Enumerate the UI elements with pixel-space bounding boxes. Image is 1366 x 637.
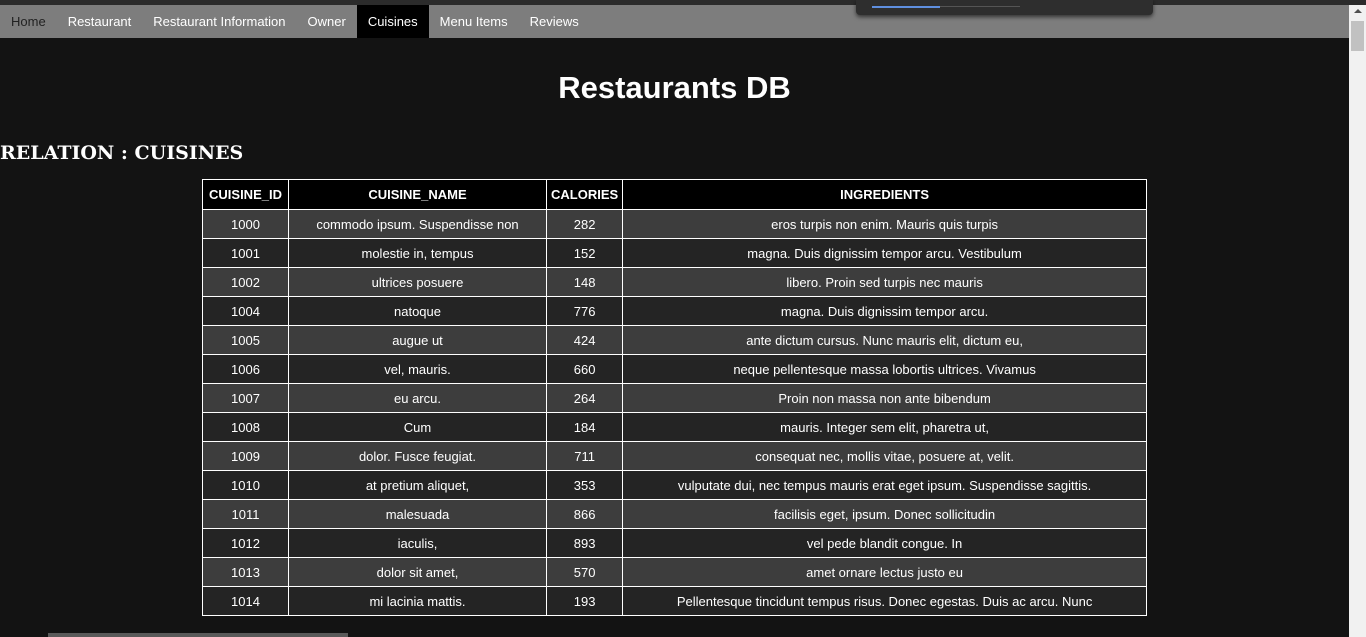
cuisine-name-cell: mi lacinia mattis. — [288, 586, 547, 616]
table-body: 1000 commodo ipsum. Suspendisse non 282 ero… — [202, 209, 1147, 616]
cuisine-name-cell: iaculis, — [288, 528, 547, 558]
calories-cell: 776 — [545, 296, 624, 326]
nav-item-cuisines[interactable]: Cuisines — [356, 5, 429, 38]
calories-cell: 148 — [545, 267, 624, 297]
cuisine-name-cell: augue ut — [288, 325, 547, 355]
calories-cell: 193 — [545, 586, 624, 616]
cuisine-id-cell: 1010 — [202, 470, 289, 500]
ingredients-cell: vulputate dui, nec tempus mauris erat eg… — [622, 470, 1147, 500]
header-ingredients: INGREDIENTS — [622, 179, 1147, 210]
table-row: 1009 dolor. Fusce feugiat. 711 consequat ne… — [202, 441, 1147, 471]
cuisine-id-cell: 1007 — [202, 383, 289, 413]
table-header-row: CUISINE_ID CUISINE_NAME CALORIES INGREDI… — [202, 179, 1147, 210]
ingredients-cell: consequat nec, mollis vitae, posuere at,… — [622, 441, 1147, 471]
cuisine-id-cell: 1012 — [202, 528, 289, 558]
header-cuisine-name: CUISINE_NAME — [288, 179, 547, 210]
ingredients-cell: magna. Duis dignissim tempor arcu. Vesti… — [622, 238, 1147, 268]
calories-cell: 264 — [545, 383, 624, 413]
page-title: Restaurants DB — [558, 70, 791, 105]
cuisine-name-cell: dolor sit amet, — [288, 557, 547, 587]
cuisine-name-cell: vel, mauris. — [288, 354, 547, 384]
cuisine-id-cell: 1006 — [202, 354, 289, 384]
nav-item-menu-items[interactable]: Menu Items — [429, 5, 519, 38]
ingredients-cell: amet ornare lectus justo eu — [622, 557, 1147, 587]
calories-cell: 660 — [545, 354, 624, 384]
relation-heading: RELATION : CUISINES — [0, 142, 244, 164]
ingredients-cell: Pellentesque tincidunt tempus risus. Don… — [622, 586, 1147, 616]
calories-cell: 866 — [545, 499, 624, 529]
nav-item-reviews[interactable]: Reviews — [519, 5, 590, 38]
horizontal-scrollbar-thumb[interactable] — [48, 633, 348, 637]
cuisines-table: CUISINE_ID CUISINE_NAME CALORIES INGREDI… — [202, 179, 1147, 616]
table-row: 1011 malesuada 866 facilisis eget, ipsum. D… — [202, 499, 1147, 529]
ingredients-cell: magna. Duis dignissim tempor arcu. — [622, 296, 1147, 326]
cuisine-id-cell: 1008 — [202, 412, 289, 442]
ingredients-cell: libero. Proin sed turpis nec mauris — [622, 267, 1147, 297]
nav-item-home[interactable]: Home — [0, 5, 57, 38]
nav-item-restaurant-information[interactable]: Restaurant Information — [142, 5, 296, 38]
ingredients-cell: vel pede blandit congue. In — [622, 528, 1147, 558]
table-row: 1014 mi lacinia mattis. 193 Pellentesque ti… — [202, 586, 1147, 616]
ingredients-cell: Proin non massa non ante bibendum — [622, 383, 1147, 413]
vertical-scrollbar[interactable] — [1349, 5, 1366, 637]
table-row: 1007 eu arcu. 264 Proin non massa non ante … — [202, 383, 1147, 413]
cuisine-id-cell: 1013 — [202, 557, 289, 587]
popup-progress-indicator — [872, 6, 940, 8]
table-row: 1005 augue ut 424 ante dictum cursus. Nunc … — [202, 325, 1147, 355]
ingredients-cell: ante dictum cursus. Nunc mauris elit, di… — [622, 325, 1147, 355]
cuisine-name-cell: molestie in, tempus — [288, 238, 547, 268]
calories-cell: 353 — [545, 470, 624, 500]
cuisine-name-cell: commodo ipsum. Suspendisse non — [288, 209, 547, 239]
calories-cell: 152 — [545, 238, 624, 268]
cuisine-id-cell: 1001 — [202, 238, 289, 268]
table-row: 1000 commodo ipsum. Suspendisse non 282 ero… — [202, 209, 1147, 239]
cuisine-id-cell: 1004 — [202, 296, 289, 326]
nav-item-restaurant[interactable]: Restaurant — [57, 5, 143, 38]
cuisine-id-cell: 1002 — [202, 267, 289, 297]
table-row: 1008 Cum 184 mauris. Integer sem elit, phar… — [202, 412, 1147, 442]
overlay-popup — [856, 0, 1153, 15]
header-cuisine-id: CUISINE_ID — [202, 179, 289, 210]
calories-cell: 711 — [545, 441, 624, 471]
cuisine-name-cell: Cum — [288, 412, 547, 442]
calories-cell: 424 — [545, 325, 624, 355]
cuisine-name-cell: ultrices posuere — [288, 267, 547, 297]
calories-cell: 184 — [545, 412, 624, 442]
cuisine-id-cell: 1000 — [202, 209, 289, 239]
ingredients-cell: neque pellentesque massa lobortis ultric… — [622, 354, 1147, 384]
cuisine-name-cell: dolor. Fusce feugiat. — [288, 441, 547, 471]
scroll-up-arrow-icon[interactable] — [1354, 9, 1362, 13]
calories-cell: 893 — [545, 528, 624, 558]
table-row: 1012 iaculis, 893 vel pede blandit congue. … — [202, 528, 1147, 558]
ingredients-cell: mauris. Integer sem elit, pharetra ut, — [622, 412, 1147, 442]
calories-cell: 570 — [545, 557, 624, 587]
cuisine-id-cell: 1014 — [202, 586, 289, 616]
header-calories: CALORIES — [545, 179, 624, 210]
table-row: 1013 dolor sit amet, 570 amet ornare lectus… — [202, 557, 1147, 587]
cuisine-id-cell: 1009 — [202, 441, 289, 471]
cuisine-name-cell: at pretium aliquet, — [288, 470, 547, 500]
cuisine-id-cell: 1011 — [202, 499, 289, 529]
cuisine-name-cell: malesuada — [288, 499, 547, 529]
nav-item-owner[interactable]: Owner — [297, 5, 357, 38]
table-row: 1002 ultrices posuere 148 libero. Proin sed… — [202, 267, 1147, 297]
cuisine-id-cell: 1005 — [202, 325, 289, 355]
cuisine-name-cell: eu arcu. — [288, 383, 547, 413]
table-row: 1006 vel, mauris. 660 neque pellentesque ma… — [202, 354, 1147, 384]
scrollbar-thumb[interactable] — [1351, 21, 1364, 51]
table-row: 1004 natoque 776 magna. Duis dignissim temp… — [202, 296, 1147, 326]
ingredients-cell: eros turpis non enim. Mauris quis turpis — [622, 209, 1147, 239]
cuisine-name-cell: natoque — [288, 296, 547, 326]
ingredients-cell: facilisis eget, ipsum. Donec sollicitudi… — [622, 499, 1147, 529]
calories-cell: 282 — [545, 209, 624, 239]
table-row: 1001 molestie in, tempus 152 magna. Duis di… — [202, 238, 1147, 268]
popup-track — [940, 6, 1020, 7]
table-row: 1010 at pretium aliquet, 353 vulputate dui,… — [202, 470, 1147, 500]
